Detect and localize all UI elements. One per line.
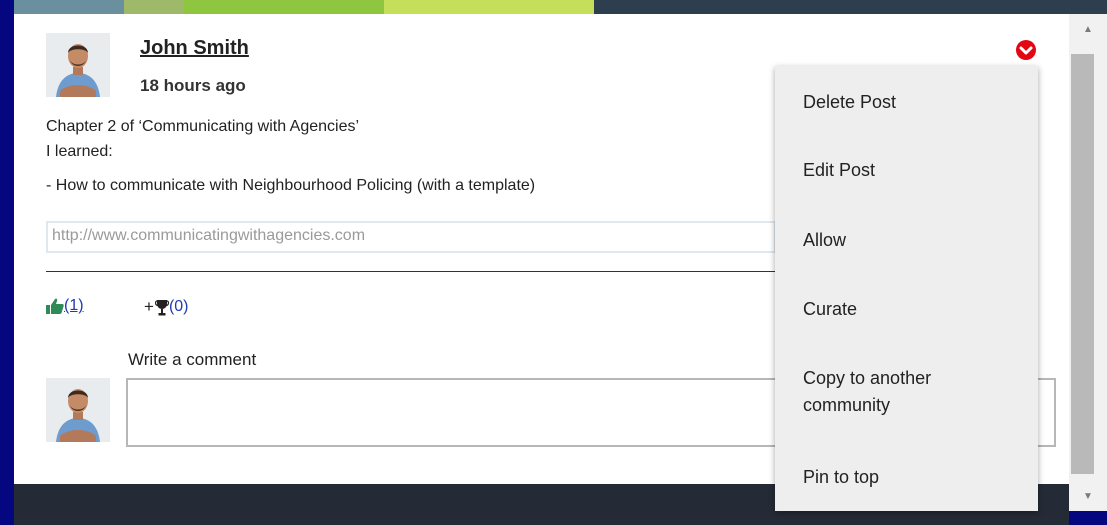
post-text-line-3: - How to communicate with Neighbourhood … bbox=[46, 177, 536, 194]
comment-label: Write a comment bbox=[128, 350, 257, 369]
post-text-line-2: I learned: bbox=[46, 143, 113, 160]
trophy-count[interactable]: (0) bbox=[169, 298, 189, 316]
scroll-thumb[interactable] bbox=[1071, 54, 1094, 474]
post-divider bbox=[46, 271, 776, 272]
like-count[interactable]: (1) bbox=[64, 297, 84, 315]
author-avatar[interactable] bbox=[46, 33, 110, 97]
scroll-up-icon[interactable]: ▲ bbox=[1069, 14, 1107, 44]
menu-item-edit-post[interactable]: Edit Post bbox=[803, 157, 875, 184]
header-banner-strip bbox=[14, 0, 1107, 14]
menu-item-pin-to-top[interactable]: Pin to top bbox=[803, 464, 879, 491]
like-button[interactable]: (1) bbox=[46, 297, 84, 315]
menu-item-copy-to-community[interactable]: Copy to another community bbox=[803, 365, 973, 419]
avatar-photo bbox=[46, 33, 110, 97]
author-name-link[interactable]: John Smith bbox=[140, 37, 249, 60]
commenter-avatar bbox=[46, 378, 110, 442]
post-timestamp: 18 hours ago bbox=[140, 76, 246, 95]
trophy-button[interactable]: + (0) bbox=[144, 297, 189, 317]
post-options-menu: Delete Post Edit Post Allow Curate Copy … bbox=[775, 66, 1038, 511]
post-text-line-1: Chapter 2 of ‘Communicating with Agencie… bbox=[46, 118, 360, 135]
thumbs-up-icon bbox=[46, 298, 64, 314]
post-link-preview[interactable]: http://www.communicatingwithagencies.com bbox=[46, 221, 776, 253]
menu-item-delete-post[interactable]: Delete Post bbox=[803, 89, 896, 116]
chevron-down-circle-icon bbox=[1016, 40, 1036, 60]
trophy-icon bbox=[154, 299, 169, 316]
vertical-scrollbar[interactable]: ▲ ▼ bbox=[1069, 14, 1107, 511]
menu-item-curate[interactable]: Curate bbox=[803, 296, 857, 323]
menu-item-allow[interactable]: Allow bbox=[803, 227, 846, 254]
avatar-photo bbox=[46, 378, 110, 442]
trophy-plus: + bbox=[144, 297, 154, 316]
scroll-down-icon[interactable]: ▼ bbox=[1069, 481, 1107, 511]
post-options-button[interactable] bbox=[1015, 39, 1037, 61]
